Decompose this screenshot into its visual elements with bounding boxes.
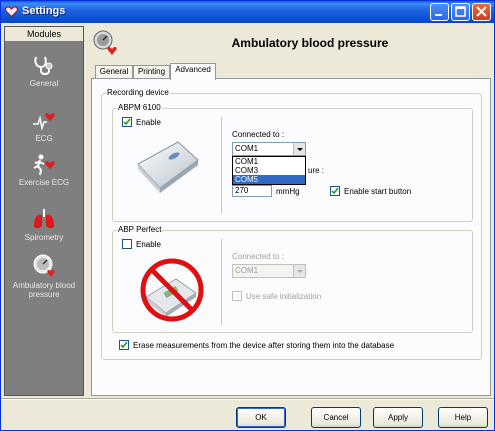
- modules-sidebar: Modules General ECG Exercise ECG Spirome…: [4, 26, 84, 396]
- chevron-down-icon[interactable]: [293, 143, 305, 155]
- sidebar-item-label: Ambulatory blood pressure: [12, 281, 76, 299]
- abpm6100-divider: [221, 117, 222, 213]
- cancel-button[interactable]: Cancel: [311, 407, 361, 428]
- abpm6100-port-dropdown[interactable]: COM1 COM3 COM5: [232, 156, 306, 185]
- ecg-heart-icon: [33, 113, 55, 131]
- abp-perfect-legend: ABP Perfect: [117, 225, 163, 234]
- pressure-spinner[interactable]: 270: [232, 185, 272, 197]
- sidebar-item-general[interactable]: General: [5, 55, 83, 88]
- bottom-separator: [1, 398, 494, 400]
- sidebar-item-spirometry[interactable]: Spirometry: [5, 207, 83, 242]
- sidebar-item-label: Exercise ECG: [18, 178, 70, 187]
- apply-button[interactable]: Apply: [373, 407, 423, 428]
- stethoscope-icon: [34, 56, 53, 75]
- minimize-button[interactable]: [430, 3, 449, 21]
- window-title: Settings: [22, 5, 66, 17]
- checkbox-label: Enable start button: [344, 186, 412, 196]
- abp-perfect-port-select[interactable]: COM1: [232, 264, 306, 278]
- check-icon: [331, 187, 339, 195]
- maximize-icon: [455, 6, 466, 17]
- checkbox-box: [330, 186, 340, 196]
- dropdown-option-com1[interactable]: COM1: [233, 157, 305, 166]
- abp-perfect-disabled-image: [140, 258, 204, 322]
- checkbox-label: Enable: [136, 239, 161, 249]
- recording-device-legend: Recording device: [106, 88, 170, 97]
- sidebar-item-ecg[interactable]: ECG: [5, 110, 83, 143]
- advanced-tab-panel: Recording device ABPM 6100 Enable Connec…: [91, 78, 491, 396]
- heart-app-icon: [5, 6, 18, 18]
- pressure-label: ure :: [308, 166, 325, 175]
- sidebar-header: Modules: [5, 27, 83, 42]
- abp-perfect-connected-label: Connected to :: [232, 252, 285, 261]
- sidebar-item-label: ECG: [35, 134, 53, 143]
- blood-pressure-icon: [33, 254, 55, 277]
- abpm6100-enable-checkbox[interactable]: Enable: [122, 117, 161, 127]
- select-value: COM1: [235, 266, 259, 275]
- running-heart-icon: [33, 154, 55, 176]
- page-title: Ambulatory blood pressure: [231, 36, 389, 50]
- maximize-button[interactable]: [451, 3, 470, 21]
- sidebar-item-label: General: [29, 79, 59, 88]
- abp-perfect-enable-checkbox[interactable]: Enable: [122, 239, 161, 249]
- tab-advanced[interactable]: Advanced: [170, 63, 216, 80]
- safe-initialization-checkbox[interactable]: Use safe initialization: [232, 291, 321, 301]
- dropdown-option-com5[interactable]: COM5: [233, 175, 305, 184]
- abpm6100-connected-label: Connected to :: [232, 130, 285, 139]
- erase-measurements-checkbox[interactable]: Erase measurements from the device after…: [119, 340, 394, 350]
- pressure-unit: mmHg: [276, 187, 300, 196]
- page-header: Ambulatory blood pressure: [87, 25, 493, 59]
- sidebar-item-label: Spirometry: [24, 233, 64, 242]
- checkbox-label: Erase measurements from the device after…: [133, 340, 395, 350]
- abpm6100-port-select[interactable]: COM1: [232, 142, 306, 156]
- check-icon: [123, 118, 131, 126]
- checkbox-box: [122, 239, 132, 249]
- select-value: COM1: [235, 144, 259, 153]
- tab-printing[interactable]: Printing: [133, 65, 170, 79]
- abpm6100-device-image: [137, 141, 199, 193]
- checkbox-box: [122, 117, 132, 127]
- ok-button[interactable]: OK: [236, 407, 286, 428]
- settings-window: Settings Modules General ECG Exercise EC…: [0, 0, 495, 431]
- minimize-icon: [435, 14, 442, 16]
- checkbox-box: [119, 340, 129, 350]
- start-button-checkbox[interactable]: Enable start button: [330, 186, 411, 196]
- checkbox-box: [232, 291, 242, 301]
- lungs-icon: [34, 209, 54, 229]
- title-bar[interactable]: Settings: [1, 1, 494, 23]
- check-icon: [120, 341, 128, 349]
- dropdown-option-com3[interactable]: COM3: [233, 166, 305, 175]
- close-button[interactable]: [472, 3, 491, 21]
- help-button[interactable]: Help: [438, 407, 488, 428]
- abpm6100-legend: ABPM 6100: [117, 103, 162, 112]
- tab-general[interactable]: General: [95, 65, 133, 79]
- sidebar-item-exercise-ecg[interactable]: Exercise ECG: [5, 154, 83, 187]
- chevron-down-icon[interactable]: [293, 265, 305, 277]
- checkbox-label: Enable: [136, 117, 161, 127]
- spinner-value: 270: [235, 186, 249, 195]
- checkbox-label: Use safe initialization: [246, 291, 322, 301]
- close-icon: [476, 6, 487, 17]
- sidebar-item-ambulatory-blood-pressure[interactable]: Ambulatory blood pressure: [5, 253, 83, 299]
- abp-perfect-divider: [221, 239, 222, 325]
